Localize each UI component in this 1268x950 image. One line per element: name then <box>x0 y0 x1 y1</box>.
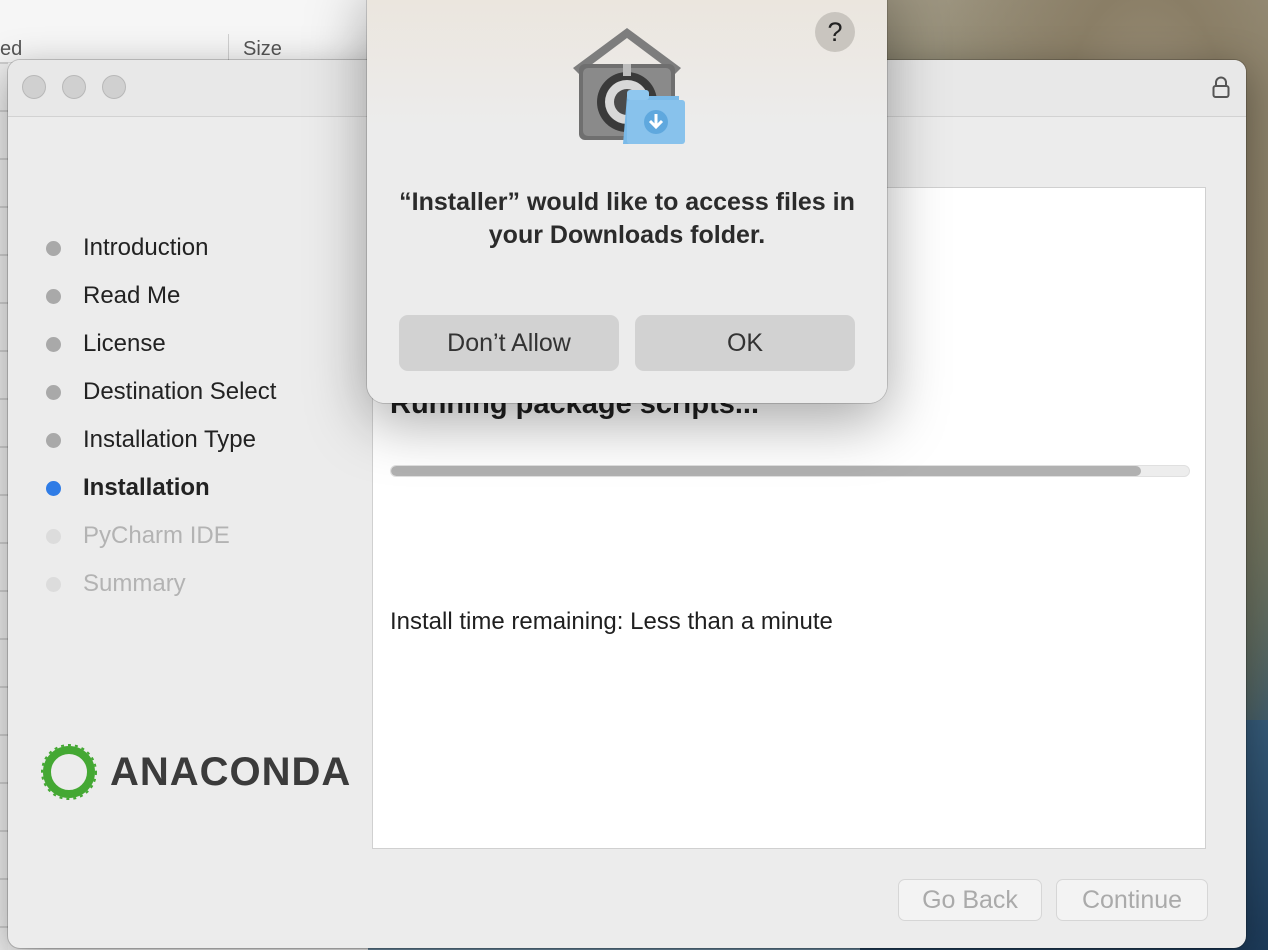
step-label: Installation Type <box>83 426 257 453</box>
sidebar-step-read-me: Read Me <box>46 281 180 311</box>
anaconda-ring-icon <box>41 744 97 800</box>
step-label: PyCharm IDE <box>83 522 230 549</box>
step-bullet-icon <box>46 528 61 544</box>
step-bullet-active-icon <box>46 480 61 496</box>
sidebar-step-pycharm-ide: PyCharm IDE <box>46 521 230 551</box>
step-label: Introduction <box>83 234 209 261</box>
downloads-access-dialog: ? “Installer” would like to access files… <box>367 0 887 403</box>
finder-column-separator[interactable] <box>228 34 229 60</box>
zoom-window-button[interactable] <box>102 75 126 99</box>
step-label: License <box>83 330 166 357</box>
minimize-window-button[interactable] <box>62 75 86 99</box>
dialog-message: “Installer” would like to access files i… <box>399 188 855 249</box>
sidebar-step-installation-type: Installation Type <box>46 425 256 455</box>
ok-button[interactable]: OK <box>635 315 855 371</box>
finder-list-header: ed Size <box>0 0 368 63</box>
continue-button[interactable]: Continue <box>1056 879 1208 921</box>
install-progress-fill <box>391 466 1142 476</box>
finder-column-size[interactable]: Size <box>243 38 282 61</box>
step-label: Destination Select <box>83 378 277 405</box>
step-label: Summary <box>83 570 186 597</box>
step-label: Installation <box>83 474 210 501</box>
finder-column-partial[interactable]: ed <box>0 38 22 61</box>
help-button[interactable]: ? <box>815 12 855 52</box>
step-label: Read Me <box>83 282 181 309</box>
sidebar-step-installation: Installation <box>46 473 210 503</box>
sidebar-step-destination-select: Destination Select <box>46 377 276 407</box>
step-bullet-icon <box>46 288 61 304</box>
step-bullet-icon <box>46 336 61 352</box>
step-bullet-icon <box>46 432 61 448</box>
step-bullet-icon <box>46 576 61 592</box>
install-progress-bar <box>390 465 1190 477</box>
anaconda-logo: ANACONDA <box>40 743 351 801</box>
finder-rows-edge <box>0 62 8 950</box>
install-time-remaining: Install time remaining: Less than a minu… <box>390 608 833 635</box>
anaconda-wordmark: ANACONDA <box>110 749 352 794</box>
privacy-downloads-folder-icon <box>573 28 685 144</box>
sidebar-step-introduction: Introduction <box>46 233 208 263</box>
go-back-button[interactable]: Go Back <box>898 879 1042 921</box>
dont-allow-button[interactable]: Don’t Allow <box>399 315 619 371</box>
lock-icon <box>1212 76 1230 98</box>
sidebar-step-license: License <box>46 329 166 359</box>
close-window-button[interactable] <box>22 75 46 99</box>
step-bullet-icon <box>46 240 61 256</box>
step-bullet-icon <box>46 384 61 400</box>
sidebar-step-summary: Summary <box>46 569 186 599</box>
